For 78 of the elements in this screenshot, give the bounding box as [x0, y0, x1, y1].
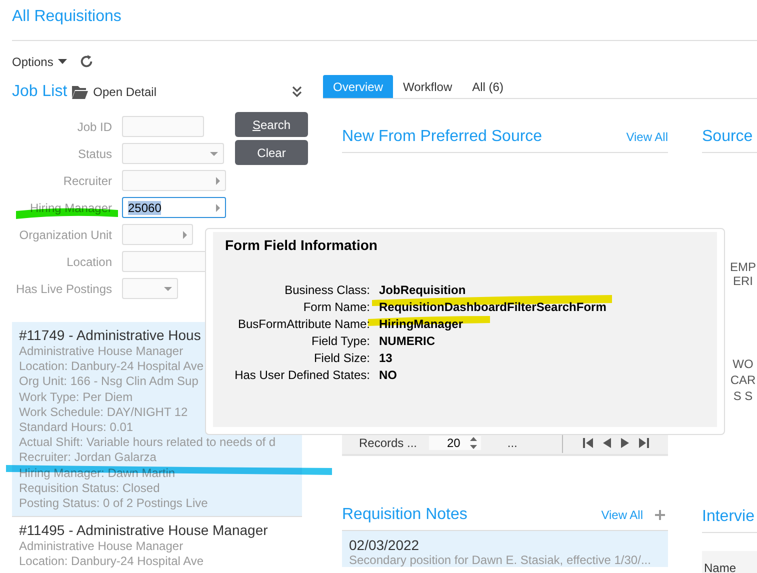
input-field[interactable] [122, 143, 224, 164]
info-value: RequisitionDashboardFilterSearchForm [379, 300, 606, 314]
page-size-spinner[interactable]: 20 [429, 436, 482, 450]
info-value: NUMERIC [379, 334, 435, 348]
input-field[interactable] [122, 170, 226, 191]
requisition-detail: Standard Hours: 0.01 [19, 420, 134, 436]
note-date: 02/03/2022 [349, 537, 420, 553]
dropdown-caret-icon [164, 286, 172, 290]
previous-page-icon[interactable] [603, 438, 612, 448]
info-label: Field Type: [310, 334, 370, 348]
info-value: JobRequisition [379, 283, 466, 297]
next-page-icon[interactable] [621, 438, 630, 448]
source-text: ERI [732, 274, 753, 288]
requisition-title: #11749 - Administrative Hous [19, 327, 201, 344]
dropdown-caret-icon [210, 152, 218, 156]
info-label: BusFormAttribute Name: [236, 317, 370, 331]
add-icon[interactable] [655, 510, 665, 520]
field-label: Organization Unit [19, 228, 112, 242]
source-text: S S [733, 388, 753, 404]
lookup-arrow-icon [183, 230, 187, 238]
folder-icon [72, 85, 88, 99]
collapse-icon[interactable] [292, 86, 302, 98]
section-title: New From Preferred Source [342, 128, 542, 146]
tab[interactable]: Workflow [393, 75, 462, 98]
source-text: EMP [730, 260, 756, 274]
info-value: NO [379, 368, 397, 382]
table-header: Name [702, 551, 757, 573]
field-label: Has Live Postings [16, 282, 112, 296]
open-detail-button[interactable]: Open Detail [72, 85, 157, 99]
caret-icon [58, 59, 68, 64]
field-label: Job ID [77, 120, 112, 134]
last-page-icon[interactable] [639, 438, 650, 448]
options-menu[interactable]: Options [12, 54, 68, 68]
requisition-detail: Org Unit: 166 - Nsg Clin Adm Sup [19, 374, 198, 390]
page-title: All Requisitions [11, 7, 122, 27]
requisition-detail: Actual Shift: Variable hours related to needs of d [19, 435, 276, 450]
field-label: Recruiter [63, 174, 112, 188]
info-label: Business Class: [284, 283, 370, 297]
note-card[interactable]: 02/03/2022 Secondary position for Dawn E. Stasiak, effective 1/30/... [342, 531, 668, 567]
popup-title: Form Field Information [225, 237, 378, 253]
job-list-title: Job List [12, 83, 68, 101]
input-field[interactable] [122, 278, 178, 299]
requisition-detail: Location: Danbury-24 Hospital Ave [19, 359, 204, 374]
info-label: Has User Defined States: [234, 368, 370, 382]
source-text: WO [732, 356, 754, 372]
requisition-detail: Administrative House Manager [19, 539, 184, 554]
spinner-arrows-icon [470, 437, 478, 449]
tab[interactable]: All (6) [462, 75, 514, 98]
filter-button[interactable]: Search [235, 112, 308, 137]
requisition-detail: Work Schedule: DAY/NIGHT 12 [19, 404, 188, 420]
input-field[interactable] [122, 224, 193, 245]
first-page-icon[interactable] [583, 438, 594, 448]
section-title: Source [702, 128, 753, 146]
field-label: Location [66, 254, 112, 268]
requisition-detail: Work Type: Per Diem [19, 390, 133, 405]
filter-button[interactable]: Clear [235, 140, 308, 165]
records-label: Records ... [359, 436, 418, 450]
section-title: Requisition Notes [342, 506, 468, 524]
info-label: Field Size: [312, 351, 370, 365]
info-label: Form Name: [302, 300, 370, 314]
input-field[interactable] [122, 116, 204, 137]
lookup-arrow-icon [216, 176, 220, 184]
lookup-arrow-icon [216, 204, 220, 212]
source-text: CAR [730, 372, 756, 388]
requisition-card[interactable]: #11495 - Administrative House Manager Administrative House Manager Location: Danbury-24 Hospital Ave [12, 517, 302, 573]
input-field[interactable]: 25060 [122, 197, 226, 218]
info-value: 13 [379, 351, 392, 365]
field-label: Status [78, 146, 112, 160]
note-text: Secondary position for Dawn E. Stasiak, effective 1/30/... [349, 553, 652, 567]
requisition-detail: Administrative House Manager [19, 344, 184, 360]
requisition-title: #11495 - Administrative House Manager [19, 522, 268, 540]
requisition-detail: Location: Danbury-24 Hospital Ave [19, 554, 204, 570]
section-title: Intervie [702, 508, 754, 526]
requisition-detail: Requisition Status: Closed [19, 480, 160, 496]
refresh-icon[interactable] [79, 54, 94, 69]
requisition-detail: Posting Status: 0 of 2 Postings Live [19, 496, 208, 512]
records-ellipsis: ... [506, 436, 518, 450]
requisition-detail: Recruiter: Jordan Galarza [19, 450, 156, 466]
